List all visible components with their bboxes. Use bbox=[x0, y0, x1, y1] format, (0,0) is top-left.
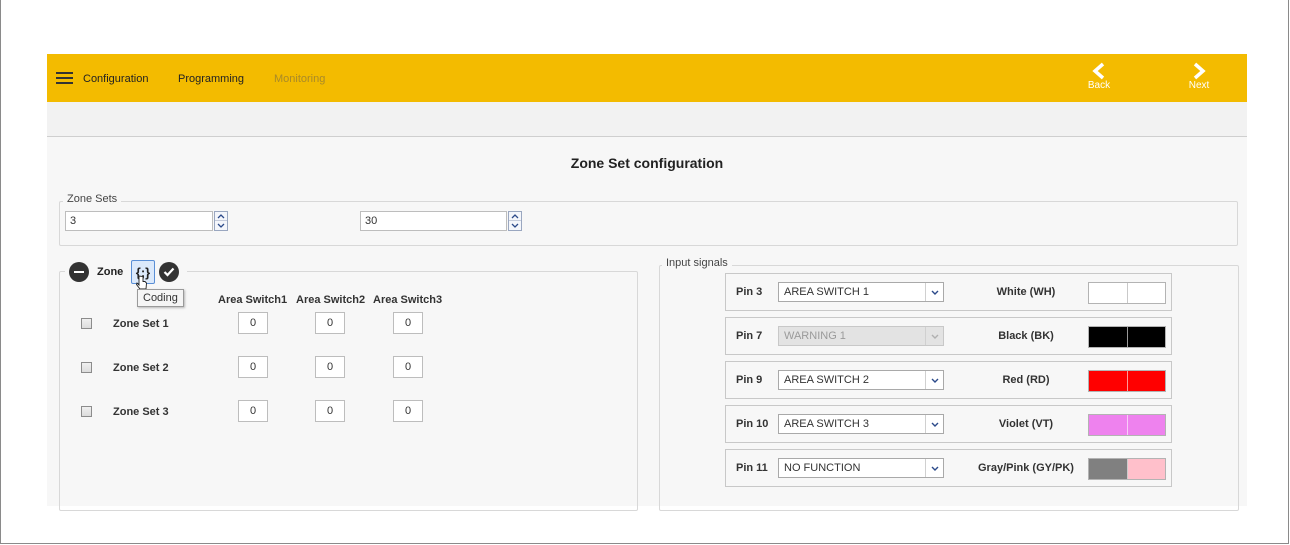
zone-set-3-area-switch3[interactable]: 0 bbox=[393, 400, 423, 422]
pin-function-value: AREA SWITCH 3 bbox=[784, 418, 869, 430]
pin-label: Pin 10 bbox=[736, 418, 769, 430]
pin-label: Pin 9 bbox=[736, 374, 763, 386]
zone-set-3-area-switch1[interactable]: 0 bbox=[238, 400, 268, 422]
pin-label: Pin 7 bbox=[736, 330, 763, 342]
pin-card: Pin 9 AREA SWITCH 2 Red (RD) bbox=[725, 361, 1172, 399]
chevron-down-icon[interactable] bbox=[925, 415, 943, 433]
spin-up-icon[interactable] bbox=[215, 212, 227, 221]
wire-color-swatch bbox=[1088, 282, 1166, 304]
pin-function-select[interactable]: AREA SWITCH 2 bbox=[778, 370, 944, 390]
column-header-area-switch3: Area Switch3 bbox=[373, 294, 443, 306]
wire-color-name: Violet (VT) bbox=[998, 418, 1054, 430]
chevron-left-icon bbox=[1092, 62, 1105, 80]
swatch-secondary bbox=[1127, 371, 1165, 391]
top-nav-bar: Configuration Programming Monitoring Bac… bbox=[47, 54, 1247, 102]
zone-set-1-area-switch2[interactable]: 0 bbox=[315, 312, 345, 334]
zone-set-3-label: Zone Set 3 bbox=[113, 406, 169, 418]
wire-color-swatch bbox=[1088, 326, 1166, 348]
spin-down-icon[interactable] bbox=[509, 221, 521, 230]
chevron-down-icon[interactable] bbox=[925, 459, 943, 477]
zone-sets-count-spinner[interactable] bbox=[214, 211, 228, 231]
wire-color-name: Gray/Pink (GY/PK) bbox=[978, 462, 1074, 474]
page-title: Zone Set configuration bbox=[570, 155, 724, 171]
zone-sets-second-spinner[interactable] bbox=[508, 211, 522, 231]
zone-set-2-area-switch3[interactable]: 0 bbox=[393, 356, 423, 378]
wire-color-name: White (WH) bbox=[996, 286, 1056, 298]
swatch-secondary bbox=[1127, 327, 1165, 347]
zone-set-3-checkbox[interactable] bbox=[81, 406, 92, 417]
swatch-secondary bbox=[1127, 459, 1165, 479]
chevron-down-icon[interactable] bbox=[925, 371, 943, 389]
zone-sets-legend: Zone Sets bbox=[63, 193, 122, 205]
zone-set-2-area-switch2[interactable]: 0 bbox=[315, 356, 345, 378]
pin-function-value: AREA SWITCH 2 bbox=[784, 374, 869, 386]
pin-function-select[interactable]: AREA SWITCH 3 bbox=[778, 414, 944, 434]
wire-color-name: Black (BK) bbox=[998, 330, 1054, 342]
chevron-right-icon bbox=[1193, 62, 1206, 80]
menu-icon[interactable] bbox=[56, 72, 73, 84]
column-header-area-switch1: Area Switch1 bbox=[218, 294, 288, 306]
zone-set-1-area-switch3[interactable]: 0 bbox=[393, 312, 423, 334]
chevron-down-icon[interactable] bbox=[925, 283, 943, 301]
swatch-secondary bbox=[1127, 415, 1165, 435]
pin-card: Pin 3 AREA SWITCH 1 White (WH) bbox=[725, 273, 1172, 311]
column-header-area-switch2: Area Switch2 bbox=[296, 294, 366, 306]
zone-set-2-checkbox[interactable] bbox=[81, 362, 92, 373]
next-label: Next bbox=[1188, 80, 1210, 91]
zone-set-1-label: Zone Set 1 bbox=[113, 318, 169, 330]
pin-function-value: AREA SWITCH 1 bbox=[784, 286, 869, 298]
swatch-secondary bbox=[1127, 283, 1165, 303]
sub-toolbar bbox=[47, 102, 1247, 136]
pin-function-value: WARNING 1 bbox=[784, 330, 846, 342]
zone-set-2-area-switch1[interactable]: 0 bbox=[238, 356, 268, 378]
pin-card: Pin 7 WARNING 1 Black (BK) bbox=[725, 317, 1172, 355]
back-label: Back bbox=[1087, 80, 1111, 91]
pin-function-value: NO FUNCTION bbox=[784, 462, 861, 474]
wire-color-name: Red (RD) bbox=[1002, 374, 1050, 386]
zone-sets-second-input[interactable]: 30 bbox=[360, 211, 507, 231]
zone-legend: Zone bbox=[97, 266, 124, 278]
swatch-primary bbox=[1089, 371, 1128, 391]
next-button[interactable]: Next bbox=[1184, 62, 1214, 91]
coding-tooltip: Coding bbox=[137, 289, 184, 307]
pin-card: Pin 11 NO FUNCTION Gray/Pink (GY/PK) bbox=[725, 449, 1172, 487]
chevron-down-icon bbox=[925, 327, 943, 345]
zone-sets-count-input[interactable]: 3 bbox=[65, 211, 213, 231]
pin-function-select: WARNING 1 bbox=[778, 326, 944, 346]
zone-set-3-area-switch2[interactable]: 0 bbox=[315, 400, 345, 422]
swatch-primary bbox=[1089, 415, 1128, 435]
pin-function-select[interactable]: AREA SWITCH 1 bbox=[778, 282, 944, 302]
wire-color-swatch bbox=[1088, 458, 1166, 480]
zone-group bbox=[59, 271, 638, 511]
zone-set-1-area-switch1[interactable]: 0 bbox=[238, 312, 268, 334]
confirm-zone-icon[interactable] bbox=[159, 262, 179, 282]
pin-card: Pin 10 AREA SWITCH 3 Violet (VT) bbox=[725, 405, 1172, 443]
zone-sets-group bbox=[59, 201, 1238, 246]
wire-color-swatch bbox=[1088, 414, 1166, 436]
remove-zone-icon[interactable] bbox=[69, 262, 89, 282]
spin-down-icon[interactable] bbox=[215, 221, 227, 230]
spin-up-icon[interactable] bbox=[509, 212, 521, 221]
nav-programming[interactable]: Programming bbox=[178, 73, 244, 85]
input-signals-legend: Input signals bbox=[662, 257, 732, 269]
zone-set-1-checkbox[interactable] bbox=[81, 318, 92, 329]
swatch-primary bbox=[1089, 459, 1128, 479]
back-button[interactable]: Back bbox=[1084, 62, 1114, 91]
swatch-primary bbox=[1089, 327, 1128, 347]
swatch-primary bbox=[1089, 283, 1128, 303]
zone-set-2-label: Zone Set 2 bbox=[113, 362, 169, 374]
pin-label: Pin 11 bbox=[736, 462, 768, 474]
nav-monitoring[interactable]: Monitoring bbox=[274, 73, 325, 85]
pin-function-select[interactable]: NO FUNCTION bbox=[778, 458, 944, 478]
pin-label: Pin 3 bbox=[736, 286, 763, 298]
wire-color-swatch bbox=[1088, 370, 1166, 392]
nav-configuration[interactable]: Configuration bbox=[83, 73, 148, 85]
